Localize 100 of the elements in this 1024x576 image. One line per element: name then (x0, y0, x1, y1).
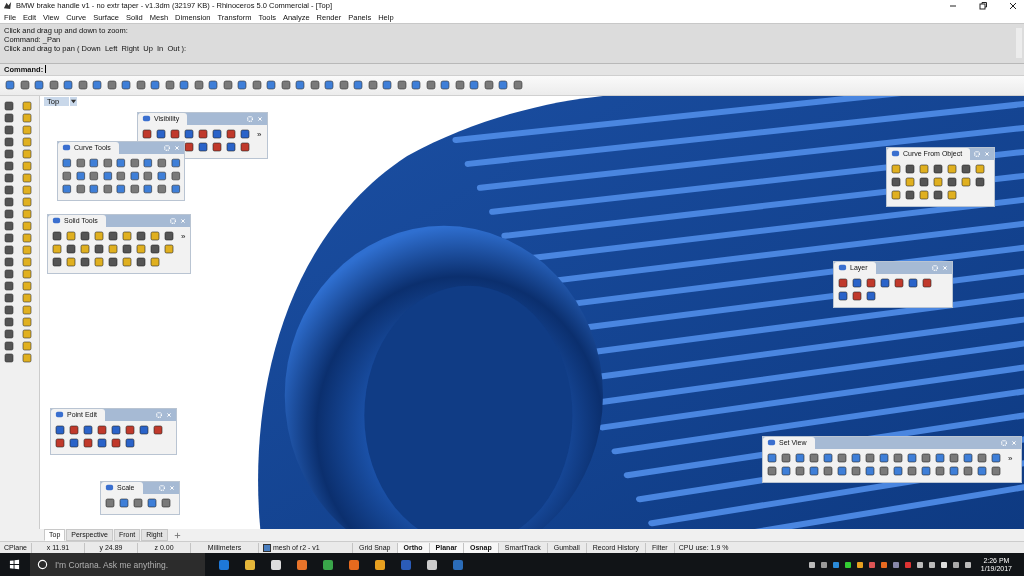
toolbar-icon[interactable] (308, 79, 321, 92)
tool-icon[interactable] (850, 465, 862, 478)
tool-icon[interactable] (197, 141, 209, 154)
tool-icon[interactable] (169, 157, 182, 170)
tool-icon[interactable] (121, 230, 133, 243)
tray-icon[interactable] (806, 559, 817, 570)
tool-icon[interactable] (146, 497, 158, 510)
tool-icon[interactable] (3, 207, 15, 220)
tool-icon[interactable] (135, 230, 147, 243)
tool-icon[interactable] (878, 452, 890, 465)
tool-icon[interactable] (155, 128, 167, 141)
tool-icon[interactable] (152, 424, 164, 437)
tool-icon[interactable] (892, 452, 904, 465)
tool-icon[interactable] (904, 189, 916, 202)
tool-icon[interactable] (88, 183, 100, 196)
tool-icon[interactable] (74, 157, 87, 170)
toolbar-icon[interactable] (381, 79, 393, 92)
tool-icon[interactable] (836, 452, 848, 465)
tool-icon[interactable] (101, 157, 114, 170)
tool-icon[interactable] (197, 128, 209, 141)
toolbar-icon[interactable] (236, 79, 248, 92)
tool-icon[interactable] (107, 230, 119, 243)
tool-icon[interactable] (239, 141, 251, 154)
tool-icon[interactable] (836, 465, 848, 478)
tool-icon[interactable] (907, 277, 919, 290)
tool-icon[interactable] (865, 290, 877, 303)
tool-icon[interactable] (990, 465, 1002, 478)
tool-icon[interactable] (3, 315, 15, 328)
tool-icon[interactable] (890, 189, 902, 202)
tool-icon[interactable] (3, 303, 15, 316)
tool-icon[interactable] (155, 157, 168, 170)
tool-icon[interactable] (169, 128, 181, 141)
tray-icon[interactable] (818, 559, 829, 570)
tool-icon[interactable] (104, 497, 116, 510)
tool-icon[interactable] (808, 452, 820, 465)
tool-icon[interactable] (107, 256, 119, 269)
tool-icon[interactable] (837, 277, 849, 290)
tool-icon[interactable] (93, 256, 105, 269)
toolbar-icon[interactable] (294, 79, 306, 92)
tool-icon[interactable] (149, 230, 161, 243)
toolbar-icon[interactable] (120, 79, 132, 92)
tool-icon[interactable] (132, 497, 144, 510)
toolbar-icon[interactable] (149, 79, 161, 92)
toolbar-icon[interactable] (424, 79, 437, 92)
tool-icon[interactable] (974, 176, 986, 189)
tool-icon[interactable] (110, 437, 122, 450)
tool-icon[interactable] (135, 256, 147, 269)
dropdown-arrow-icon[interactable] (70, 96, 78, 106)
toolbar-icon[interactable] (279, 79, 292, 92)
tool-icon[interactable] (149, 256, 161, 269)
tool-icon[interactable] (948, 465, 960, 478)
tray-icon[interactable] (926, 559, 937, 570)
tool-icon[interactable] (948, 452, 960, 465)
tool-icon[interactable] (79, 230, 91, 243)
toolbar-icon[interactable] (62, 79, 74, 92)
tool-icon[interactable] (107, 243, 119, 256)
tool-icon[interactable] (68, 437, 80, 450)
tool-icon[interactable] (3, 99, 15, 112)
tool-icon[interactable] (65, 243, 77, 256)
tool-icon[interactable] (135, 243, 147, 256)
toolbar-icon[interactable] (192, 79, 205, 92)
tool-icon[interactable] (918, 163, 930, 176)
tool-icon[interactable] (851, 290, 863, 303)
tool-icon[interactable] (211, 128, 223, 141)
tool-icon[interactable] (51, 230, 63, 243)
tool-icon[interactable] (142, 157, 154, 170)
tool-icon[interactable] (163, 230, 175, 243)
tool-icon[interactable] (822, 452, 834, 465)
tool-icon[interactable] (3, 243, 15, 256)
tool-icon[interactable] (3, 255, 15, 268)
tool-icon[interactable] (101, 183, 114, 196)
tool-icon[interactable] (837, 290, 849, 303)
tool-icon[interactable] (88, 170, 100, 183)
tool-icon[interactable] (93, 243, 105, 256)
tool-icon[interactable] (921, 277, 933, 290)
tool-icon[interactable] (864, 452, 876, 465)
tool-icon[interactable] (974, 163, 986, 176)
tool-icon[interactable] (3, 267, 15, 280)
tool-icon[interactable] (65, 230, 77, 243)
tool-icon[interactable] (124, 424, 136, 437)
tool-icon[interactable] (142, 170, 154, 183)
tool-icon[interactable] (3, 291, 15, 304)
tray-icon[interactable] (854, 559, 865, 570)
tool-icon[interactable] (865, 277, 877, 290)
tool-icon[interactable] (115, 157, 127, 170)
toolbar-icon[interactable] (265, 79, 277, 92)
toolbar-icon[interactable] (439, 79, 451, 92)
tool-icon[interactable] (138, 424, 150, 437)
tool-icon[interactable] (3, 183, 15, 196)
tool-icon[interactable] (906, 465, 918, 478)
tool-icon[interactable] (51, 243, 63, 256)
tool-icon[interactable] (183, 128, 195, 141)
toolbar-icon[interactable] (453, 79, 466, 92)
tool-icon[interactable] (920, 465, 932, 478)
tool-icon[interactable] (54, 437, 66, 450)
toolbar-icon[interactable] (33, 79, 45, 92)
tool-icon[interactable] (960, 163, 972, 176)
tool-icon[interactable] (163, 243, 175, 256)
tool-icon[interactable] (79, 256, 91, 269)
tool-icon[interactable] (904, 163, 916, 176)
